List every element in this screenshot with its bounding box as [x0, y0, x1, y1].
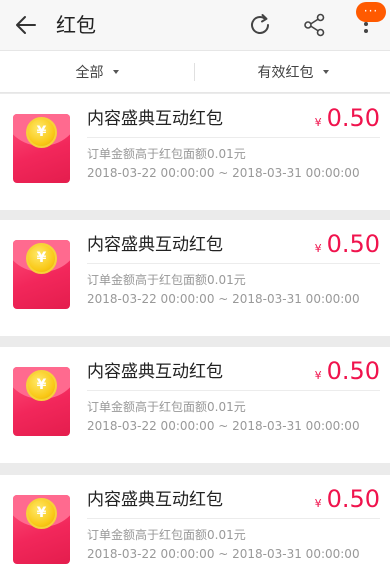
page-title: 红包: [56, 13, 96, 37]
coupon-title: 内容盛典互动红包: [87, 109, 223, 129]
amount-value: 0.50: [326, 104, 380, 132]
coupon-amount: ¥ 0.50: [315, 485, 380, 515]
amount-value: 0.50: [326, 485, 380, 513]
red-envelope-icon: ¥: [13, 495, 70, 564]
coupon-title: 内容盛典互动红包: [87, 490, 223, 510]
red-envelope-icon: ¥: [13, 367, 70, 436]
coin-icon: ¥: [26, 498, 57, 529]
coupon-amount: ¥ 0.50: [315, 104, 380, 134]
coupon-condition: 订单金额高于红包面额0.01元: [87, 147, 246, 161]
filter-valid-dropdown[interactable]: 有效红包: [196, 51, 390, 93]
coupon-card[interactable]: ¥ 内容盛典互动红包 ¥ 0.50 订单金额高于红包面额0.01元 2018-0…: [0, 220, 390, 336]
currency-symbol: ¥: [314, 497, 322, 510]
amount-value: 0.50: [326, 357, 380, 385]
amount-value: 0.50: [326, 230, 380, 258]
red-envelope-icon: ¥: [13, 240, 70, 309]
coupon-validity-period: 2018-03-22 00:00:00 ~ 2018-03-31 00:00:0…: [87, 547, 360, 561]
share-button[interactable]: [298, 9, 330, 41]
top-app-bar: 红包 ···: [0, 0, 390, 50]
back-button[interactable]: [10, 9, 42, 41]
divider: [87, 263, 380, 264]
divider: [87, 518, 380, 519]
coupon-validity-period: 2018-03-22 00:00:00 ~ 2018-03-31 00:00:0…: [87, 166, 360, 180]
currency-symbol: ¥: [314, 242, 322, 255]
divider: [87, 390, 380, 391]
filter-bar: 全部 有效红包: [0, 50, 390, 93]
share-icon: [304, 13, 325, 37]
caret-down-icon: [112, 70, 119, 74]
coin-icon: ¥: [26, 117, 57, 148]
filter-all-label: 全部: [75, 65, 104, 81]
refresh-button[interactable]: [244, 9, 276, 41]
coupon-title: 内容盛典互动红包: [87, 235, 223, 255]
currency-symbol: ¥: [314, 369, 322, 382]
coupon-card[interactable]: ¥ 内容盛典互动红包 ¥ 0.50 订单金额高于红包面额0.01元 2018-0…: [0, 347, 390, 463]
coin-icon: ¥: [26, 370, 57, 401]
divider: [87, 137, 380, 138]
coupon-amount: ¥ 0.50: [315, 230, 380, 260]
refresh-icon: [251, 14, 269, 34]
coupon-amount: ¥ 0.50: [315, 357, 380, 387]
arrow-left-icon: [16, 16, 36, 34]
coupon-title: 内容盛典互动红包: [87, 362, 223, 382]
caret-down-icon: [322, 70, 329, 74]
coupon-validity-period: 2018-03-22 00:00:00 ~ 2018-03-31 00:00:0…: [87, 292, 360, 306]
coupon-card[interactable]: ¥ 内容盛典互动红包 ¥ 0.50 订单金额高于红包面额0.01元 2018-0…: [0, 94, 390, 210]
coupon-validity-period: 2018-03-22 00:00:00 ~ 2018-03-31 00:00:0…: [87, 419, 360, 433]
coin-icon: ¥: [26, 243, 57, 274]
coupon-condition: 订单金额高于红包面额0.01元: [87, 400, 246, 414]
coupon-condition: 订单金额高于红包面额0.01元: [87, 273, 246, 287]
red-envelope-icon: ¥: [13, 114, 70, 183]
coupon-condition: 订单金额高于红包面额0.01元: [87, 528, 246, 542]
filter-valid-label: 有效红包: [257, 65, 314, 81]
filter-divider: [194, 63, 195, 81]
filter-all-dropdown[interactable]: 全部: [0, 51, 194, 93]
message-badge[interactable]: ···: [356, 2, 386, 22]
coupon-card[interactable]: ¥ 内容盛典互动红包 ¥ 0.50 订单金额高于红包面额0.01元 2018-0…: [0, 475, 390, 577]
currency-symbol: ¥: [314, 116, 322, 129]
